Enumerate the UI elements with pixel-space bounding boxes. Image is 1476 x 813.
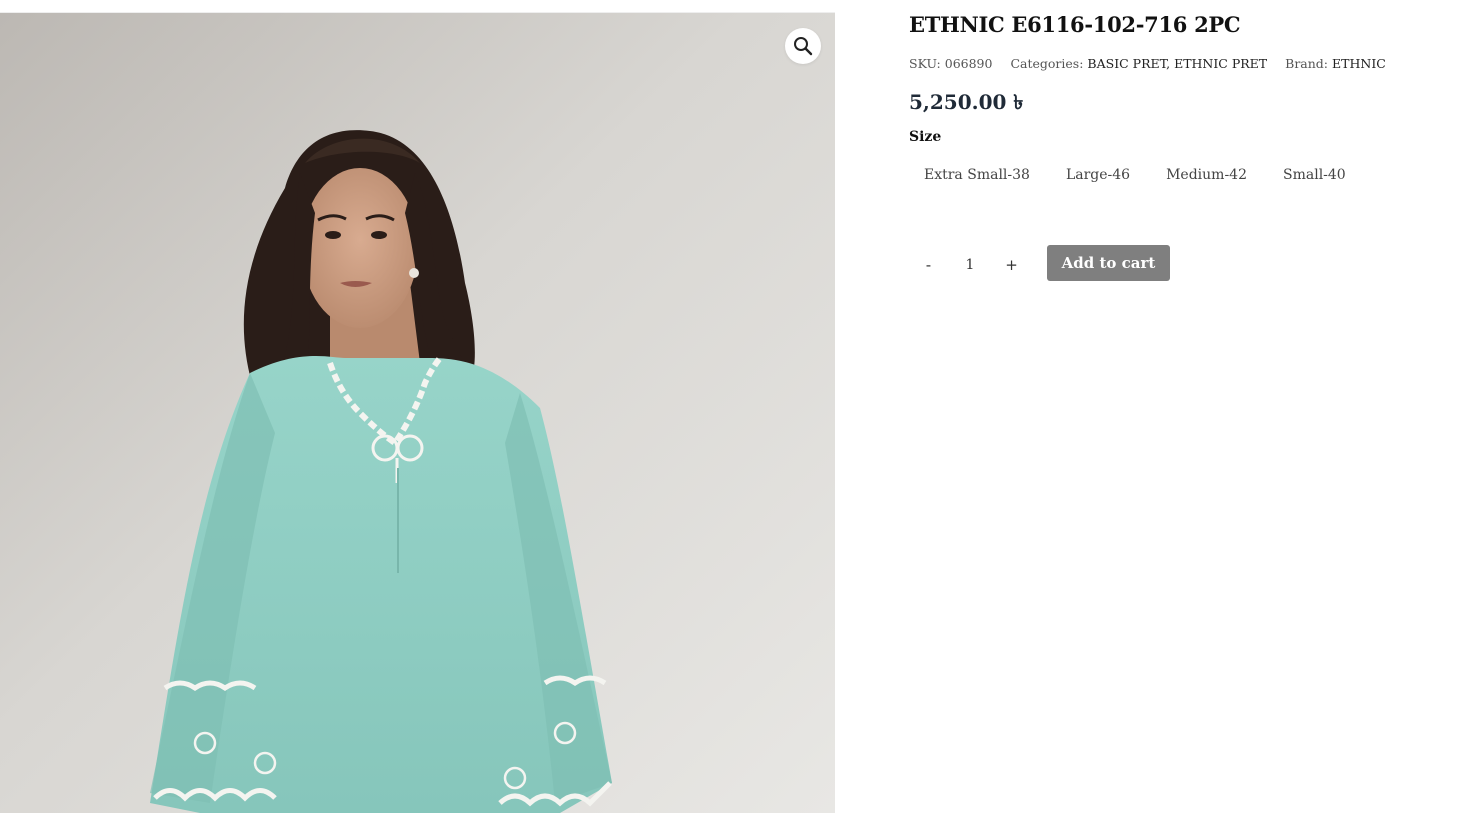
size-option-large[interactable]: Large-46 xyxy=(1051,161,1145,189)
product-image[interactable] xyxy=(0,13,835,813)
brand-link[interactable]: ETHNIC xyxy=(1332,56,1386,71)
quantity-minus-button[interactable]: - xyxy=(909,248,948,282)
product-price: 5,250.00 ৳ xyxy=(909,90,1024,114)
zoom-button[interactable] xyxy=(785,28,821,64)
product-title: ETHNIC E6116-102-716 2PC xyxy=(909,12,1241,37)
size-label: Size xyxy=(909,129,942,145)
sku-field: SKU: 066890 xyxy=(909,56,992,71)
header-strip xyxy=(0,0,835,13)
brand-field: Brand: ETHNIC xyxy=(1285,56,1386,71)
sku-value: 066890 xyxy=(944,56,993,71)
size-options: Extra Small-38 Large-46 Medium-42 Small-… xyxy=(909,161,1361,189)
model-photo xyxy=(0,13,835,813)
categories-field: Categories: BASIC PRET, ETHNIC PRET xyxy=(1010,56,1267,71)
categories-links[interactable]: BASIC PRET, ETHNIC PRET xyxy=(1087,56,1267,71)
quantity-stepper: - + xyxy=(909,248,1031,282)
product-meta: SKU: 066890 Categories: BASIC PRET, ETHN… xyxy=(909,56,1386,71)
categories-label: Categories: xyxy=(1010,56,1084,71)
size-option-small[interactable]: Small-40 xyxy=(1268,161,1361,189)
add-to-cart-button[interactable]: Add to cart xyxy=(1047,245,1170,281)
brand-label: Brand: xyxy=(1285,56,1329,71)
quantity-input[interactable] xyxy=(948,249,992,281)
quantity-plus-button[interactable]: + xyxy=(992,248,1031,282)
size-option-medium[interactable]: Medium-42 xyxy=(1151,161,1262,189)
sku-label: SKU: xyxy=(909,56,941,71)
magnifier-icon xyxy=(794,37,813,56)
size-option-extra-small[interactable]: Extra Small-38 xyxy=(909,161,1045,189)
